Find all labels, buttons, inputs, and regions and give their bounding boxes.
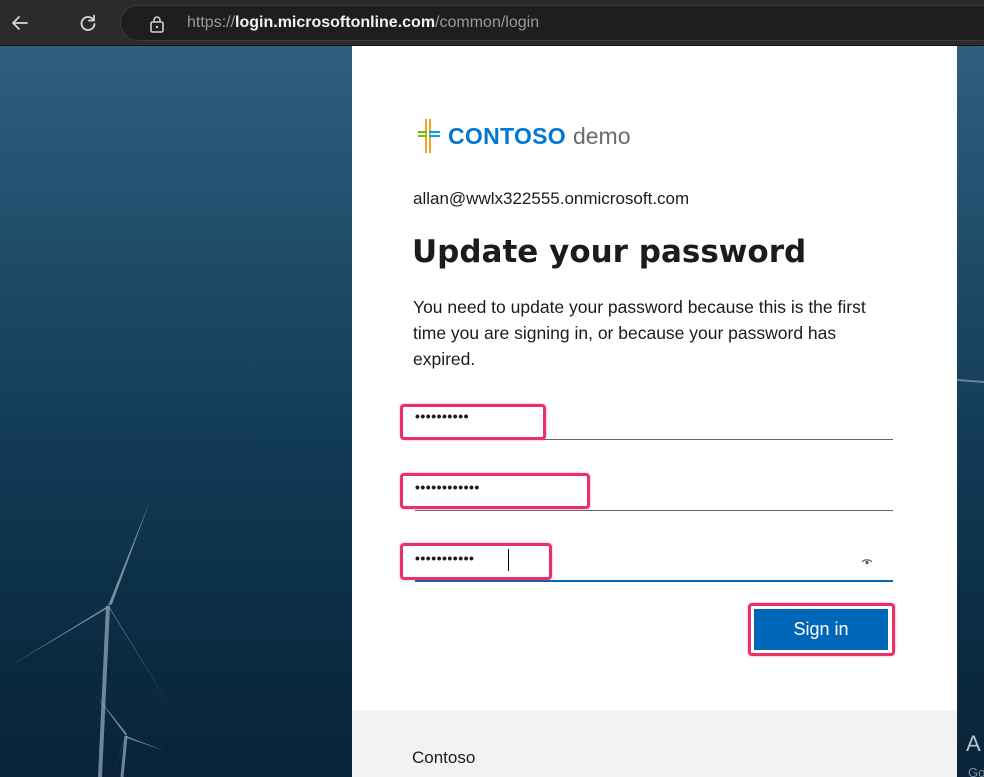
url-prefix: https:// xyxy=(187,14,236,31)
reload-icon xyxy=(80,14,96,31)
browser-toolbar: https://login.microsoftonline.com/common… xyxy=(0,0,984,46)
brand-name: CONTOSO xyxy=(448,122,566,149)
arrow-left-icon xyxy=(12,16,28,30)
highlight-current-password xyxy=(400,404,546,440)
url-path: /common/login xyxy=(435,14,540,31)
reload-button[interactable] xyxy=(73,8,103,38)
background-caption: A xyxy=(966,731,981,756)
description-text: You need to update your password because… xyxy=(413,297,866,369)
page-title: Update your password xyxy=(412,234,807,270)
contoso-logo-icon xyxy=(418,119,440,153)
url-domain: login.microsoftonline.com xyxy=(235,14,436,31)
highlight-sign-in-button xyxy=(748,603,895,656)
address-bar[interactable]: https://login.microsoftonline.com/common… xyxy=(120,5,984,41)
highlight-confirm-password xyxy=(400,543,552,580)
sign-in-card: CONTOSO demo allan@wwlx322555.onmicrosof… xyxy=(352,46,957,777)
account-email: allan@wwlx322555.onmicrosoft.com xyxy=(413,189,690,208)
card-footer: Contoso xyxy=(352,710,957,777)
highlight-new-password xyxy=(400,473,590,509)
reveal-password-icon[interactable] xyxy=(861,556,873,566)
brand-logo: CONTOSO demo xyxy=(418,119,631,153)
footer-text: Contoso xyxy=(412,748,476,767)
url-text: https://login.microsoftonline.com/common… xyxy=(187,14,539,32)
back-button[interactable] xyxy=(5,8,35,38)
background-subcaption: Go xyxy=(968,765,984,777)
brand-suffix: demo xyxy=(572,122,631,149)
lock-icon[interactable] xyxy=(149,15,165,33)
